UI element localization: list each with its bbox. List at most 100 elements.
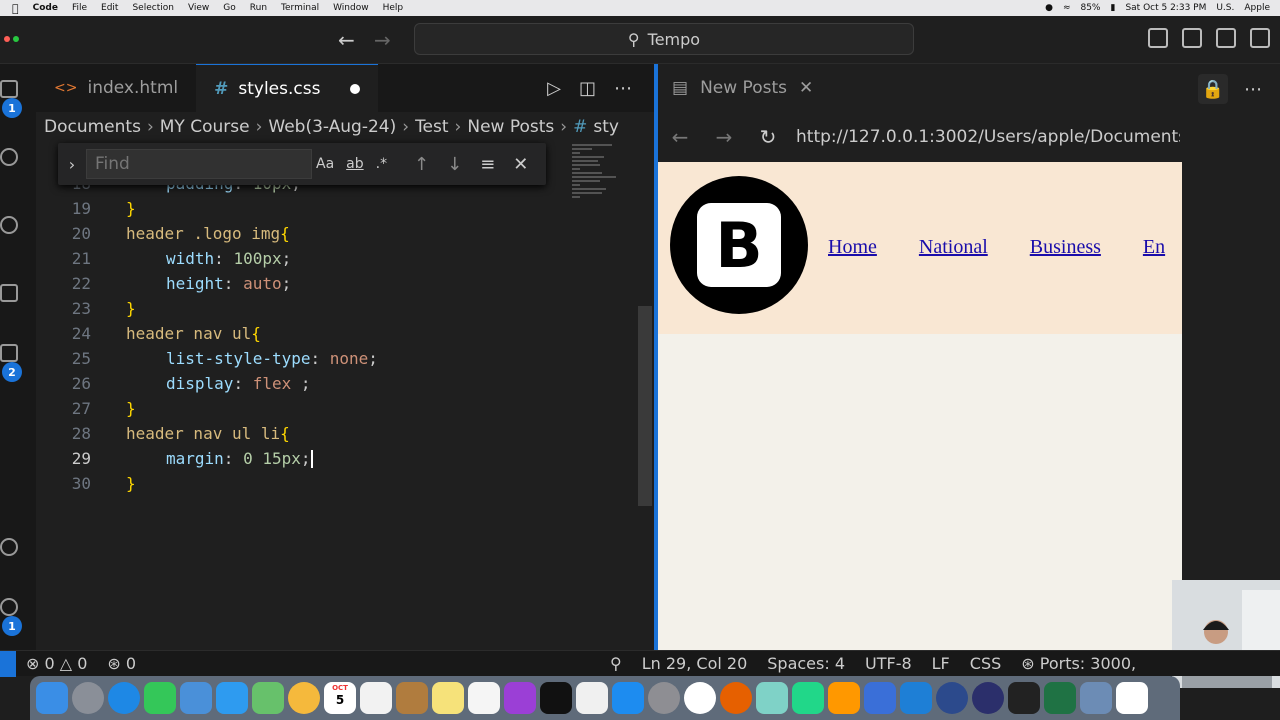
code-editor[interactable]: 18 padding: 10px; 19 } 20 header .logo i…: [36, 142, 654, 650]
indentation[interactable]: Spaces: 4: [757, 654, 855, 673]
user-name[interactable]: Apple: [1244, 3, 1270, 13]
find-in-selection-icon[interactable]: ≡: [480, 154, 495, 175]
customize-layout-icon[interactable]: [1250, 28, 1270, 48]
menu-selection[interactable]: Selection: [125, 3, 180, 13]
url-field[interactable]: http://127.0.0.1:3002/Users/apple/Docume…: [790, 120, 1180, 154]
forward-arrow-icon[interactable]: →: [374, 28, 391, 52]
nav-link-national[interactable]: National: [919, 236, 988, 259]
breadcrumb-item[interactable]: sty: [593, 117, 619, 137]
unsaved-dot-icon[interactable]: [350, 83, 361, 94]
editor-scrollbar[interactable]: [638, 306, 652, 506]
regex-toggle[interactable]: .*: [376, 156, 387, 172]
sublime-text-icon[interactable]: [828, 682, 860, 714]
cursor-position[interactable]: Ln 29, Col 20: [632, 654, 758, 673]
find-input[interactable]: [86, 149, 312, 179]
run-debug-icon[interactable]: [0, 284, 18, 302]
pycharm-icon[interactable]: [792, 682, 824, 714]
quicktime-icon[interactable]: [936, 682, 968, 714]
menu-help[interactable]: Help: [376, 3, 411, 13]
whole-word-toggle[interactable]: ab: [346, 156, 363, 172]
encoding[interactable]: UTF-8: [855, 654, 922, 673]
more-actions-icon[interactable]: ⋯: [614, 78, 632, 99]
bootstrap-icon[interactable]: [1116, 682, 1148, 714]
wifi-icon[interactable]: ≈: [1063, 3, 1071, 13]
tab-index-html[interactable]: <> index.html: [36, 64, 196, 112]
chrome-icon[interactable]: [684, 682, 716, 714]
finder-icon[interactable]: [36, 682, 68, 714]
more-actions-icon[interactable]: ⋯: [1244, 79, 1262, 100]
vscode-icon[interactable]: [900, 682, 932, 714]
tab-styles-css[interactable]: # styles.css: [196, 64, 379, 112]
menu-window[interactable]: Window: [326, 3, 376, 13]
minimap[interactable]: [572, 142, 638, 222]
menu-view[interactable]: View: [181, 3, 216, 13]
reminders-icon[interactable]: [360, 682, 392, 714]
excel-icon[interactable]: [1044, 682, 1076, 714]
breadcrumb-item[interactable]: New Posts: [467, 117, 554, 137]
menu-edit[interactable]: Edit: [94, 3, 125, 13]
toggle-panel-icon[interactable]: [1182, 28, 1202, 48]
nav-link-business[interactable]: Business: [1030, 236, 1101, 259]
browser-back-icon[interactable]: ←: [658, 125, 702, 149]
notes-icon[interactable]: [432, 682, 464, 714]
eclipse-icon[interactable]: [972, 682, 1004, 714]
safari-icon[interactable]: [108, 682, 140, 714]
ports-indicator[interactable]: ⊛ 0: [97, 654, 146, 673]
app-menu[interactable]: Code: [26, 3, 65, 13]
toggle-secondary-sidebar-icon[interactable]: [1216, 28, 1236, 48]
system-settings-icon[interactable]: [648, 682, 680, 714]
split-editor-icon[interactable]: ◫: [579, 78, 596, 99]
next-match-arrow-icon[interactable]: ↓: [447, 154, 462, 175]
close-window-button[interactable]: [4, 36, 10, 42]
manage-gear-icon[interactable]: [0, 598, 18, 616]
explorer-icon[interactable]: [0, 80, 18, 98]
calendar-icon[interactable]: OCT 5: [324, 682, 356, 714]
match-case-toggle[interactable]: Aa: [316, 156, 334, 172]
menu-file[interactable]: File: [65, 3, 94, 13]
clock[interactable]: Sat Oct 5 2:33 PM: [1125, 3, 1206, 13]
xcode-icon[interactable]: [864, 682, 896, 714]
remote-indicator[interactable]: [0, 650, 16, 677]
preview-icon[interactable]: [180, 682, 212, 714]
breadcrumb-item[interactable]: Web(3-Aug-24): [268, 117, 396, 137]
virtualbox-icon[interactable]: [756, 682, 788, 714]
account-icon[interactable]: [0, 538, 18, 556]
breadcrumb-item[interactable]: Test: [415, 117, 448, 137]
maps-icon[interactable]: [252, 682, 284, 714]
nav-link-home[interactable]: Home: [828, 236, 877, 259]
tab-new-posts[interactable]: ▤ New Posts ✕: [658, 64, 827, 112]
close-find-icon[interactable]: ✕: [513, 154, 528, 175]
app-store-icon[interactable]: [612, 682, 644, 714]
toggle-primary-sidebar-icon[interactable]: [1148, 28, 1168, 48]
nav-link-en[interactable]: En: [1143, 236, 1165, 259]
zoom-icon[interactable]: ⚲: [600, 654, 632, 673]
remote-desktop-icon[interactable]: [1080, 682, 1112, 714]
reload-icon[interactable]: ↻: [746, 125, 790, 149]
messages-icon[interactable]: [144, 682, 176, 714]
launchpad-icon[interactable]: [72, 682, 104, 714]
photos-icon[interactable]: [288, 682, 320, 714]
mail-icon[interactable]: [216, 682, 248, 714]
apple-tv-icon[interactable]: [540, 682, 572, 714]
problems-indicator[interactable]: ⊗ 0 △ 0: [16, 654, 97, 673]
menu-terminal[interactable]: Terminal: [274, 3, 326, 13]
firefox-icon[interactable]: [720, 682, 752, 714]
news-icon[interactable]: [576, 682, 608, 714]
back-arrow-icon[interactable]: ←: [338, 28, 355, 52]
close-tab-icon[interactable]: ✕: [799, 78, 813, 98]
search-view-icon[interactable]: [0, 148, 18, 166]
podcasts-icon[interactable]: [504, 682, 536, 714]
figma-icon[interactable]: [1008, 682, 1040, 714]
lock-icon[interactable]: 🔒: [1198, 74, 1228, 104]
language-mode[interactable]: CSS: [960, 654, 1011, 673]
notebook-icon[interactable]: [396, 682, 428, 714]
zoom-window-button[interactable]: [13, 36, 19, 42]
menu-go[interactable]: Go: [216, 3, 242, 13]
forwarded-ports[interactable]: ⊛ Ports: 3000,: [1011, 654, 1146, 673]
menu-run[interactable]: Run: [243, 3, 274, 13]
record-icon[interactable]: ●: [1045, 3, 1053, 13]
breadcrumb-item[interactable]: Documents: [44, 117, 141, 137]
input-locale[interactable]: U.S.: [1216, 3, 1234, 13]
end-of-line[interactable]: LF: [922, 654, 960, 673]
battery-percent[interactable]: 85%: [1080, 3, 1100, 13]
